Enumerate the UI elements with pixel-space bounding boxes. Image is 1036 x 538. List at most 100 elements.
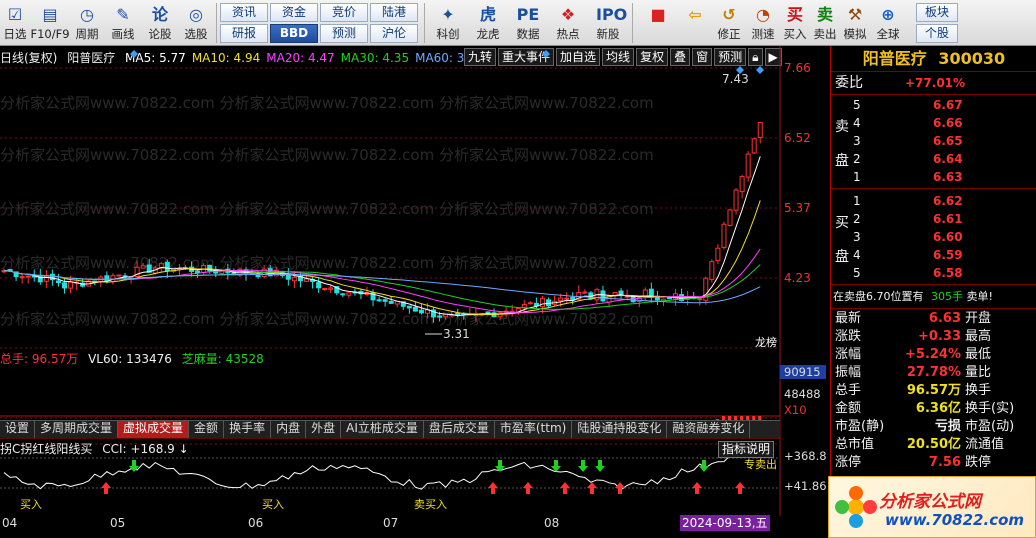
indicator-tab-10[interactable]: 陆股通持股变化: [572, 421, 668, 438]
candle-body: [437, 315, 443, 318]
buy-arrow-icon: [587, 482, 597, 494]
toolbar3-6-button[interactable]: ⚒ 模拟: [840, 2, 870, 44]
indicator-explain-button[interactable]: 指标说明: [718, 441, 775, 458]
candle-body: [164, 261, 170, 272]
indicator-tab-0[interactable]: 设置: [0, 421, 36, 438]
indicator-tab-3[interactable]: 金额: [189, 421, 225, 438]
toolbar3-5-button[interactable]: 卖卖出: [810, 2, 840, 44]
toolbar2-3-button[interactable]: ❖ 热点: [548, 2, 588, 44]
buy-level-1[interactable]: 1 6.62: [835, 192, 1031, 210]
sell-level-price: 6.64: [933, 152, 963, 166]
toolbar3-1-button[interactable]: ⇦: [678, 2, 712, 44]
buy-level-2[interactable]: 2 6.61: [835, 210, 1031, 228]
candle-body: [721, 223, 727, 248]
toolbar-text-竞价[interactable]: 竞价: [320, 3, 368, 22]
candle-body: [751, 138, 757, 154]
weibi-label: 委比: [835, 75, 863, 91]
indicator-tab-2[interactable]: 虚拟成交量: [118, 421, 190, 438]
side-stock-title: 阳普医疗 300030: [831, 46, 1036, 72]
toolbar-text-陆港[interactable]: 陆港: [370, 3, 418, 22]
sell-level-5[interactable]: 5 6.67: [835, 96, 1031, 114]
sell-level-3[interactable]: 3 6.65: [835, 132, 1031, 150]
toolbar3-0-button[interactable]: ■: [638, 2, 678, 44]
toolbar2-0-button[interactable]: ✦ 科创: [428, 2, 468, 44]
toolbar-text-沪伦[interactable]: 沪伦: [370, 24, 418, 43]
toolbar2-2-button[interactable]: PE 数据: [508, 2, 548, 44]
candle-body: [521, 303, 527, 309]
buy-level-5[interactable]: 5 6.58: [835, 264, 1031, 282]
candle-body: [727, 209, 733, 226]
toolbar3-4-button[interactable]: 买买入: [780, 2, 810, 44]
stat-value: 7.56: [928, 455, 961, 470]
sell-level-4[interactable]: 4 6.66: [835, 114, 1031, 132]
sell-level-1[interactable]: 1 6.63: [835, 168, 1031, 186]
toolbar-text-研报[interactable]: 研报: [220, 24, 268, 43]
toolbar-text-资讯[interactable]: 资讯: [220, 3, 268, 22]
toolbar2-4-button[interactable]: IPO 新股: [588, 2, 628, 44]
stat-value: 亏损: [934, 419, 961, 434]
toolbar-3-button[interactable]: ✎ 画线: [104, 2, 142, 44]
indicator-tab-4[interactable]: 换手率: [224, 421, 272, 438]
sell-level-num: 4: [853, 116, 861, 130]
sell-group-label-top: 卖: [835, 119, 849, 135]
cci-line: [3, 451, 761, 491]
order-note-qty: 305手: [927, 290, 967, 303]
signal-label-3: 专卖出: [744, 457, 777, 471]
toolbar3-2-button[interactable]: ↺ 修正: [712, 2, 746, 44]
indicator-tab-6[interactable]: 外盘: [306, 421, 342, 438]
candle-body: [346, 292, 352, 296]
stat-row-6: 市盈(静) 亏损 市盈(动): [835, 418, 1031, 436]
candle-body: [527, 302, 533, 305]
vl60-value: 133476: [126, 352, 172, 366]
event-label: 龙榜: [755, 335, 777, 349]
toolbar-text-BBD[interactable]: BBD: [270, 24, 318, 43]
sell-level-price: 6.66: [933, 116, 963, 130]
indicator-tab-5[interactable]: 内盘: [271, 421, 307, 438]
buy-level-price: 6.58: [933, 266, 963, 280]
cci-value: +168.9: [130, 442, 175, 456]
stat-value: +0.33: [918, 329, 961, 344]
candle-body: [388, 300, 394, 304]
candle-body: [582, 291, 588, 294]
stat-label: 最新: [835, 311, 862, 326]
indicator-tab-8[interactable]: 盘后成交量: [424, 421, 495, 438]
toolbar-5-button[interactable]: ◎ 选股: [178, 2, 214, 44]
side-separator: [831, 284, 1036, 285]
indicator-tab-11[interactable]: 融资融券变化: [667, 421, 751, 438]
stat-value: 27.78%: [906, 365, 961, 380]
stat-label-2: 市盈(动): [965, 419, 1015, 434]
candle-body: [485, 311, 491, 314]
date-label-0: 04: [2, 516, 18, 530]
stat-row-1: 涨跌 +0.33 最高: [835, 328, 1031, 346]
indicator-tab-7[interactable]: AI立桩成交量: [341, 421, 424, 438]
buy-level-price: 6.60: [933, 230, 963, 244]
buy-level-price: 6.62: [933, 194, 963, 208]
toolbar-right-0[interactable]: 板块: [916, 3, 958, 22]
buy-level-4[interactable]: 4 6.59: [835, 246, 1031, 264]
buy-arrow-icon: [735, 482, 745, 494]
toolbar2-1-label: 龙虎: [476, 27, 500, 41]
cci-down-arrow-icon: ↓: [178, 442, 189, 456]
toolbar-1-label: F10/F9: [30, 27, 70, 41]
toolbar-1-button[interactable]: ▤ F10/F9: [30, 2, 70, 44]
indicator-tab-9[interactable]: 市盈率(ttm): [495, 421, 573, 438]
toolbar2-1-button[interactable]: 虎龙虎: [468, 2, 508, 44]
toolbar-text-预测[interactable]: 预测: [320, 24, 368, 43]
toolbar3-7-button[interactable]: ⊕ 全球: [870, 2, 906, 44]
candle-body: [68, 281, 74, 289]
buy-level-num: 2: [853, 212, 861, 226]
date-label-3: 07: [383, 516, 399, 530]
toolbar-4-button[interactable]: 论论股: [142, 2, 178, 44]
indicator-name: 拐C拐红线阳线买: [0, 442, 93, 456]
toolbar-0-button[interactable]: ☑ 日选: [0, 2, 30, 44]
toolbar-2-button[interactable]: ◷ 周期: [70, 2, 104, 44]
toolbar-text-资金[interactable]: 资金: [270, 3, 318, 22]
toolbar3-3-button[interactable]: ◔ 测速: [746, 2, 780, 44]
stat-row-0: 最新 6.63 开盘: [835, 310, 1031, 328]
sell-level-2[interactable]: 2 6.64: [835, 150, 1031, 168]
side-stock-code: 300030: [938, 49, 1006, 68]
buy-level-3[interactable]: 3 6.60: [835, 228, 1031, 246]
indicator-tab-1[interactable]: 多周期成交量: [35, 421, 119, 438]
toolbar-right-1[interactable]: 个股: [916, 24, 958, 43]
stat-value: +5.24%: [905, 347, 961, 362]
